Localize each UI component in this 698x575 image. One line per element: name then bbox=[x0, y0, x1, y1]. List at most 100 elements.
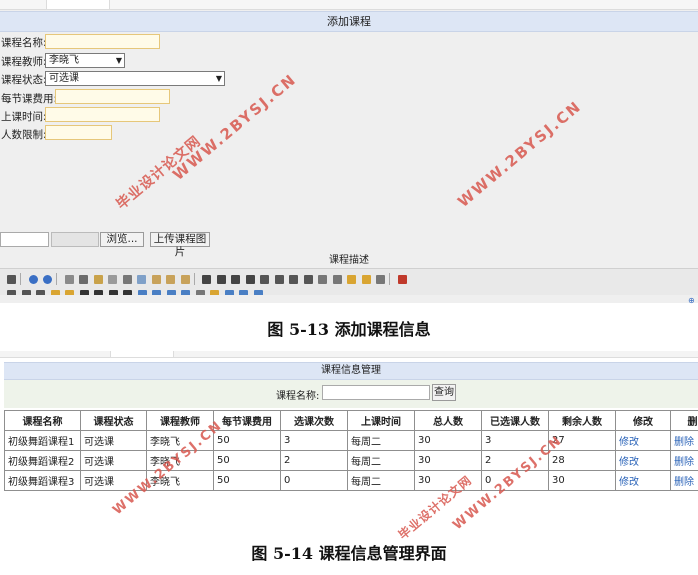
column-header: 课程名称 bbox=[4, 410, 81, 431]
superscript-icon[interactable] bbox=[332, 274, 342, 284]
time-cell: 每周二 bbox=[347, 430, 415, 451]
preview-icon[interactable] bbox=[64, 274, 74, 284]
edit-link[interactable]: 修改 bbox=[615, 430, 671, 451]
times-cell: 2 bbox=[280, 450, 348, 471]
chevron-down-icon: ▼ bbox=[115, 56, 122, 65]
upload-image-button[interactable]: 上传课程图片 bbox=[150, 232, 210, 258]
cut-icon[interactable] bbox=[122, 274, 132, 284]
flash-icon[interactable] bbox=[152, 289, 161, 295]
align-left-icon[interactable] bbox=[202, 274, 211, 284]
hr-icon[interactable] bbox=[195, 289, 205, 295]
bold-icon[interactable] bbox=[79, 289, 89, 295]
toolbar-separator bbox=[56, 273, 57, 285]
text-color-icon[interactable] bbox=[50, 289, 60, 295]
editor-toolbar-row-2 bbox=[0, 287, 698, 295]
figure2-caption: 图 5-14 课程信息管理界面 bbox=[251, 544, 447, 563]
teacher-select-value: 李晓飞 bbox=[49, 55, 79, 66]
font-size-icon[interactable] bbox=[36, 289, 45, 295]
unordered-list-icon[interactable] bbox=[274, 274, 284, 284]
code-icon[interactable] bbox=[108, 274, 117, 284]
link-icon[interactable] bbox=[224, 289, 234, 295]
status-select[interactable]: 可选课 ▼ bbox=[45, 71, 225, 86]
course-name-label: 课程名称: bbox=[1, 37, 47, 49]
figure1-caption: 图 5-13 添加课程信息 bbox=[267, 320, 431, 339]
strikethrough-icon[interactable] bbox=[123, 289, 132, 295]
paste-text-icon[interactable] bbox=[166, 274, 175, 284]
copy-icon[interactable] bbox=[137, 274, 146, 284]
form-title: 添加课程 bbox=[0, 11, 698, 32]
browse-button[interactable]: 浏览... bbox=[100, 232, 144, 247]
table-row: 初级舞蹈课程1 可选课 李晓飞 50 3 每周二 30 3 27 修改 删除 bbox=[4, 430, 698, 451]
source-icon[interactable] bbox=[7, 274, 16, 284]
table-row: 初级舞蹈课程2 可选课 李晓飞 50 2 每周二 30 2 28 修改 删除 bbox=[4, 450, 698, 471]
align-right-icon[interactable] bbox=[231, 274, 240, 284]
fullscreen-icon[interactable] bbox=[397, 274, 407, 284]
column-header: 总人数 bbox=[414, 410, 482, 431]
search-input[interactable] bbox=[322, 385, 430, 400]
ordered-list-icon[interactable] bbox=[260, 274, 269, 284]
description-label: 课程描述 bbox=[329, 255, 369, 266]
template-icon[interactable] bbox=[93, 274, 103, 284]
edit-link[interactable]: 修改 bbox=[615, 470, 671, 491]
cursor-icon[interactable] bbox=[376, 274, 385, 284]
outdent-icon[interactable] bbox=[303, 274, 313, 284]
underline-icon[interactable] bbox=[108, 289, 118, 295]
column-header: 剩余人数 bbox=[548, 410, 616, 431]
status-select-value: 可选课 bbox=[49, 73, 79, 84]
search-bar: 课程名称: 查询 bbox=[4, 380, 698, 408]
edit-link[interactable]: 修改 bbox=[615, 450, 671, 471]
delete-link[interactable]: 删除 bbox=[670, 470, 698, 491]
time-label: 上课时间: bbox=[1, 111, 47, 123]
editor-toolbar-row bbox=[0, 269, 698, 285]
paste-icon[interactable] bbox=[151, 274, 161, 284]
fee-cell: 50 bbox=[213, 450, 281, 471]
clear-format-icon[interactable] bbox=[347, 274, 356, 284]
search-label: 课程名称: bbox=[276, 391, 320, 402]
zoom-icon[interactable]: ⊕ bbox=[688, 296, 695, 305]
font-icon[interactable] bbox=[21, 289, 31, 295]
table-row: 初级舞蹈课程3 可选课 李晓飞 50 0 每周二 30 0 30 修改 删除 bbox=[4, 470, 698, 491]
unlink-icon[interactable] bbox=[239, 289, 248, 295]
manage-title: 课程信息管理 bbox=[4, 362, 698, 380]
course-name-input[interactable] bbox=[45, 34, 160, 49]
fee-label: 每节课费用: bbox=[1, 93, 58, 105]
teacher-select[interactable]: 李晓飞 ▼ bbox=[45, 53, 125, 68]
table-icon[interactable] bbox=[181, 289, 190, 295]
toolbar-separator bbox=[193, 273, 195, 285]
limit-input[interactable] bbox=[45, 125, 112, 140]
time-input[interactable] bbox=[45, 107, 160, 122]
browser-tab[interactable] bbox=[110, 351, 174, 358]
indent-icon[interactable] bbox=[289, 274, 298, 284]
fee-input[interactable] bbox=[55, 89, 170, 104]
align-justify-icon[interactable] bbox=[245, 274, 255, 284]
undo-icon[interactable] bbox=[28, 274, 38, 284]
status-cell: 可选课 bbox=[80, 450, 147, 471]
media-icon[interactable] bbox=[166, 289, 176, 295]
table-header-row: 课程名称 课程状态 课程教师 每节课费用 选课次数 上课时间 总人数 已选课人数… bbox=[4, 410, 698, 431]
redo-icon[interactable] bbox=[43, 274, 52, 284]
time-cell: 每周二 bbox=[347, 450, 415, 471]
subscript-icon[interactable] bbox=[318, 274, 327, 284]
italic-icon[interactable] bbox=[94, 289, 103, 295]
chevron-down-icon: ▼ bbox=[215, 74, 222, 83]
search-button[interactable]: 查询 bbox=[432, 384, 456, 401]
total-cell: 30 bbox=[414, 430, 482, 451]
image-icon[interactable] bbox=[137, 289, 147, 295]
about-icon[interactable] bbox=[253, 289, 263, 295]
paste-word-icon[interactable] bbox=[180, 274, 190, 284]
delete-link[interactable]: 删除 bbox=[670, 430, 698, 451]
file-path-input[interactable] bbox=[0, 232, 49, 247]
column-header: 删除 bbox=[670, 410, 698, 431]
highlight-icon[interactable] bbox=[65, 289, 74, 295]
align-center-icon[interactable] bbox=[216, 274, 226, 284]
status-cell: 可选课 bbox=[80, 430, 147, 451]
editor-toolbar-second-row bbox=[0, 287, 698, 295]
emoticon-icon[interactable] bbox=[210, 289, 219, 295]
status-label: 课程状态: bbox=[1, 74, 47, 86]
fee-cell: 50 bbox=[213, 470, 281, 491]
delete-link[interactable]: 删除 bbox=[670, 450, 698, 471]
heading-icon[interactable] bbox=[7, 289, 16, 295]
browser-tab[interactable] bbox=[46, 0, 110, 10]
print-icon[interactable] bbox=[79, 274, 88, 284]
select-all-icon[interactable] bbox=[361, 274, 371, 284]
